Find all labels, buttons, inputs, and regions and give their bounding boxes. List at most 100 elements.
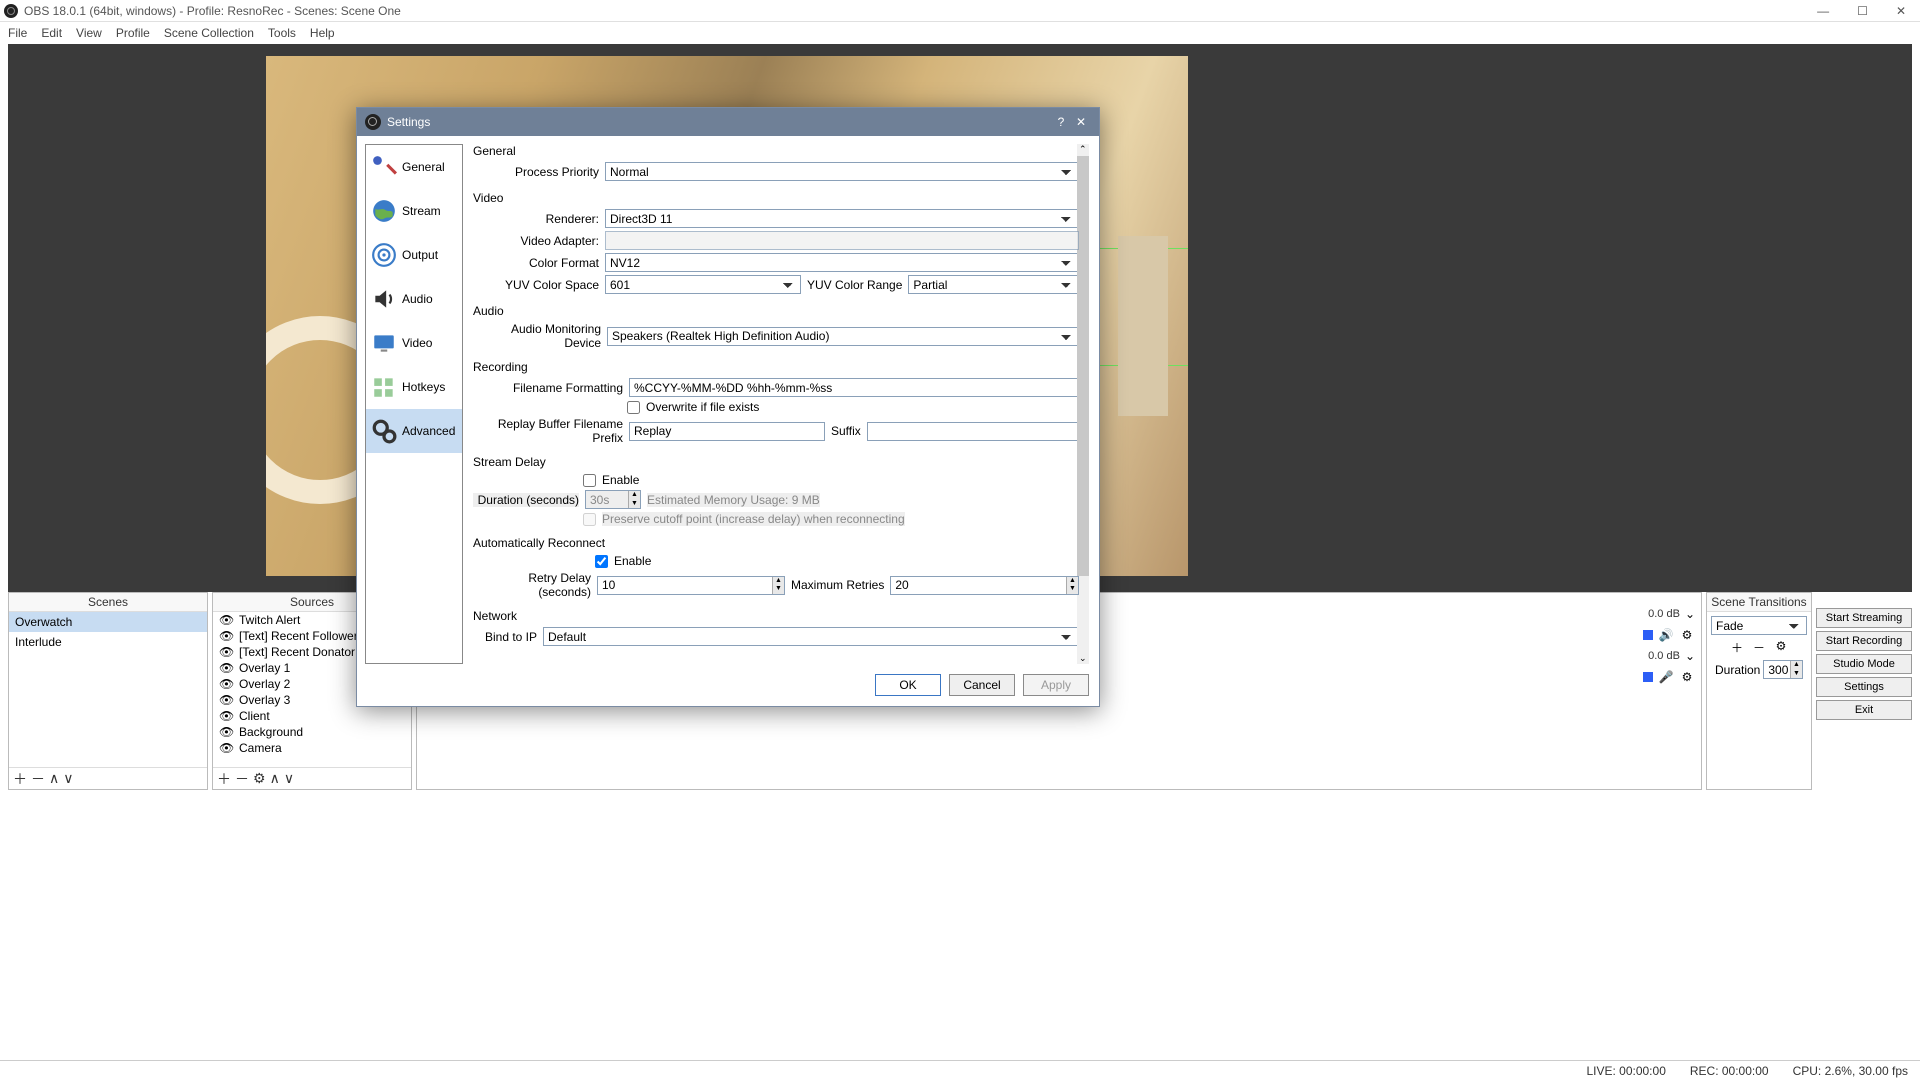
- sidebar-item-stream[interactable]: Stream: [366, 189, 462, 233]
- sidebar-item-label: Hotkeys: [402, 380, 445, 394]
- add-icon[interactable]: ＋: [217, 769, 231, 789]
- move-up-icon[interactable]: ∧: [49, 770, 59, 787]
- volume-slider[interactable]: [1643, 672, 1653, 682]
- sidebar-item-audio[interactable]: Audio: [366, 277, 462, 321]
- apply-button[interactable]: Apply: [1023, 674, 1089, 696]
- eye-icon[interactable]: 👁: [219, 629, 233, 643]
- maximize-icon[interactable]: ☐: [1857, 4, 1868, 18]
- color-format-select[interactable]: NV12: [605, 253, 1079, 272]
- remove-icon[interactable]: －: [31, 769, 45, 789]
- yuv-range-select[interactable]: Partial: [908, 275, 1079, 294]
- spin-down-icon[interactable]: ▼: [1790, 670, 1802, 679]
- move-down-icon[interactable]: ∨: [284, 770, 294, 787]
- spin-down-icon[interactable]: ▼: [772, 585, 784, 594]
- eye-icon[interactable]: 👁: [219, 613, 233, 627]
- source-item[interactable]: 👁Client: [213, 708, 411, 724]
- eye-icon[interactable]: 👁: [219, 677, 233, 691]
- renderer-select[interactable]: Direct3D 11: [605, 209, 1079, 228]
- gear-icon[interactable]: ⚙: [1772, 639, 1790, 656]
- sidebar-item-video[interactable]: Video: [366, 321, 462, 365]
- selection-box[interactable]: [1098, 248, 1188, 366]
- scenes-header: Scenes: [9, 593, 207, 612]
- stream-delay-enable-checkbox[interactable]: [583, 474, 596, 487]
- spin-up-icon[interactable]: ▲: [772, 577, 784, 586]
- remove-icon[interactable]: －: [235, 769, 249, 789]
- auto-reconnect-enable-checkbox[interactable]: [595, 555, 608, 568]
- eye-icon[interactable]: 👁: [219, 693, 233, 707]
- gear-icon[interactable]: ⚙: [1679, 669, 1695, 685]
- color-format-label: Color Format: [473, 256, 599, 270]
- add-icon[interactable]: ＋: [1728, 639, 1746, 656]
- menu-view[interactable]: View: [76, 26, 102, 40]
- transitions-header: Scene Transitions: [1707, 593, 1811, 612]
- settings-button[interactable]: Settings: [1816, 677, 1912, 697]
- sidebar-item-hotkeys[interactable]: Hotkeys: [366, 365, 462, 409]
- menu-scene-collection[interactable]: Scene Collection: [164, 26, 254, 40]
- scene-item[interactable]: Interlude: [9, 632, 207, 652]
- controls-panel: Start Streaming Start Recording Studio M…: [1816, 592, 1912, 790]
- sidebar-item-label: Video: [402, 336, 432, 350]
- section-audio: Audio: [473, 304, 1079, 318]
- add-icon[interactable]: ＋: [13, 769, 27, 789]
- sidebar-item-general[interactable]: General: [366, 145, 462, 189]
- chevron-down-icon[interactable]: ⌄: [1685, 607, 1695, 621]
- ok-button[interactable]: OK: [875, 674, 941, 696]
- overwrite-checkbox[interactable]: [627, 401, 640, 414]
- source-label: Overlay 3: [239, 693, 290, 707]
- process-priority-select[interactable]: Normal: [605, 162, 1079, 181]
- sidebar-item-advanced[interactable]: Advanced: [366, 409, 462, 453]
- close-icon[interactable]: ✕: [1896, 4, 1906, 18]
- menu-edit[interactable]: Edit: [41, 26, 62, 40]
- source-item[interactable]: 👁Background: [213, 724, 411, 740]
- move-down-icon[interactable]: ∨: [63, 770, 73, 787]
- menu-tools[interactable]: Tools: [268, 26, 296, 40]
- chevron-down-icon[interactable]: ⌄: [1685, 649, 1695, 663]
- suffix-input[interactable]: [867, 422, 1079, 441]
- menu-help[interactable]: Help: [310, 26, 335, 40]
- minimize-icon[interactable]: —: [1817, 4, 1829, 18]
- start-recording-button[interactable]: Start Recording: [1816, 631, 1912, 651]
- source-label: [Text] Recent Donator: [239, 645, 355, 659]
- studio-mode-button[interactable]: Studio Mode: [1816, 654, 1912, 674]
- yuv-space-select[interactable]: 601: [605, 275, 801, 294]
- bind-ip-select[interactable]: Default: [543, 627, 1079, 646]
- eye-icon[interactable]: 👁: [219, 725, 233, 739]
- bind-ip-label: Bind to IP: [473, 630, 537, 644]
- retry-delay-input[interactable]: [597, 576, 785, 595]
- mic-muted-icon[interactable]: 🎤: [1658, 669, 1674, 685]
- yuv-space-label: YUV Color Space: [473, 278, 599, 292]
- estimated-memory-label: Estimated Memory Usage: 9 MB: [647, 493, 820, 507]
- transition-select[interactable]: Fade: [1711, 616, 1807, 635]
- dialog-titlebar[interactable]: Settings ? ✕: [357, 108, 1099, 136]
- spin-up-icon[interactable]: ▲: [1066, 577, 1078, 586]
- eye-icon[interactable]: 👁: [219, 741, 233, 755]
- filename-format-input[interactable]: [629, 378, 1079, 397]
- speaker-icon[interactable]: 🔊: [1658, 627, 1674, 643]
- close-icon[interactable]: ✕: [1071, 115, 1091, 129]
- source-item[interactable]: 👁Camera: [213, 740, 411, 756]
- move-up-icon[interactable]: ∧: [270, 770, 280, 787]
- start-streaming-button[interactable]: Start Streaming: [1816, 608, 1912, 628]
- scrollbar-thumb[interactable]: [1077, 156, 1089, 576]
- replay-prefix-input[interactable]: [629, 422, 825, 441]
- remove-icon[interactable]: －: [1750, 639, 1768, 656]
- scene-item[interactable]: Overwatch: [9, 612, 207, 632]
- audio-monitoring-select[interactable]: Speakers (Realtek High Definition Audio): [607, 327, 1079, 346]
- eye-icon[interactable]: 👁: [219, 645, 233, 659]
- gear-icon[interactable]: ⚙: [253, 770, 266, 787]
- eye-icon[interactable]: 👁: [219, 661, 233, 675]
- settings-content: General Process Priority Normal Video Re…: [473, 144, 1091, 664]
- cancel-button[interactable]: Cancel: [949, 674, 1015, 696]
- menu-file[interactable]: File: [8, 26, 27, 40]
- volume-slider[interactable]: [1643, 630, 1653, 640]
- spin-up-icon[interactable]: ▲: [1790, 661, 1802, 670]
- speaker-icon: [370, 285, 398, 313]
- sidebar-item-output[interactable]: Output: [366, 233, 462, 277]
- exit-button[interactable]: Exit: [1816, 700, 1912, 720]
- spin-down-icon[interactable]: ▼: [1066, 585, 1078, 594]
- max-retries-input[interactable]: [890, 576, 1079, 595]
- eye-icon[interactable]: 👁: [219, 709, 233, 723]
- help-icon[interactable]: ?: [1051, 115, 1071, 129]
- menu-profile[interactable]: Profile: [116, 26, 150, 40]
- gear-icon[interactable]: ⚙: [1679, 627, 1695, 643]
